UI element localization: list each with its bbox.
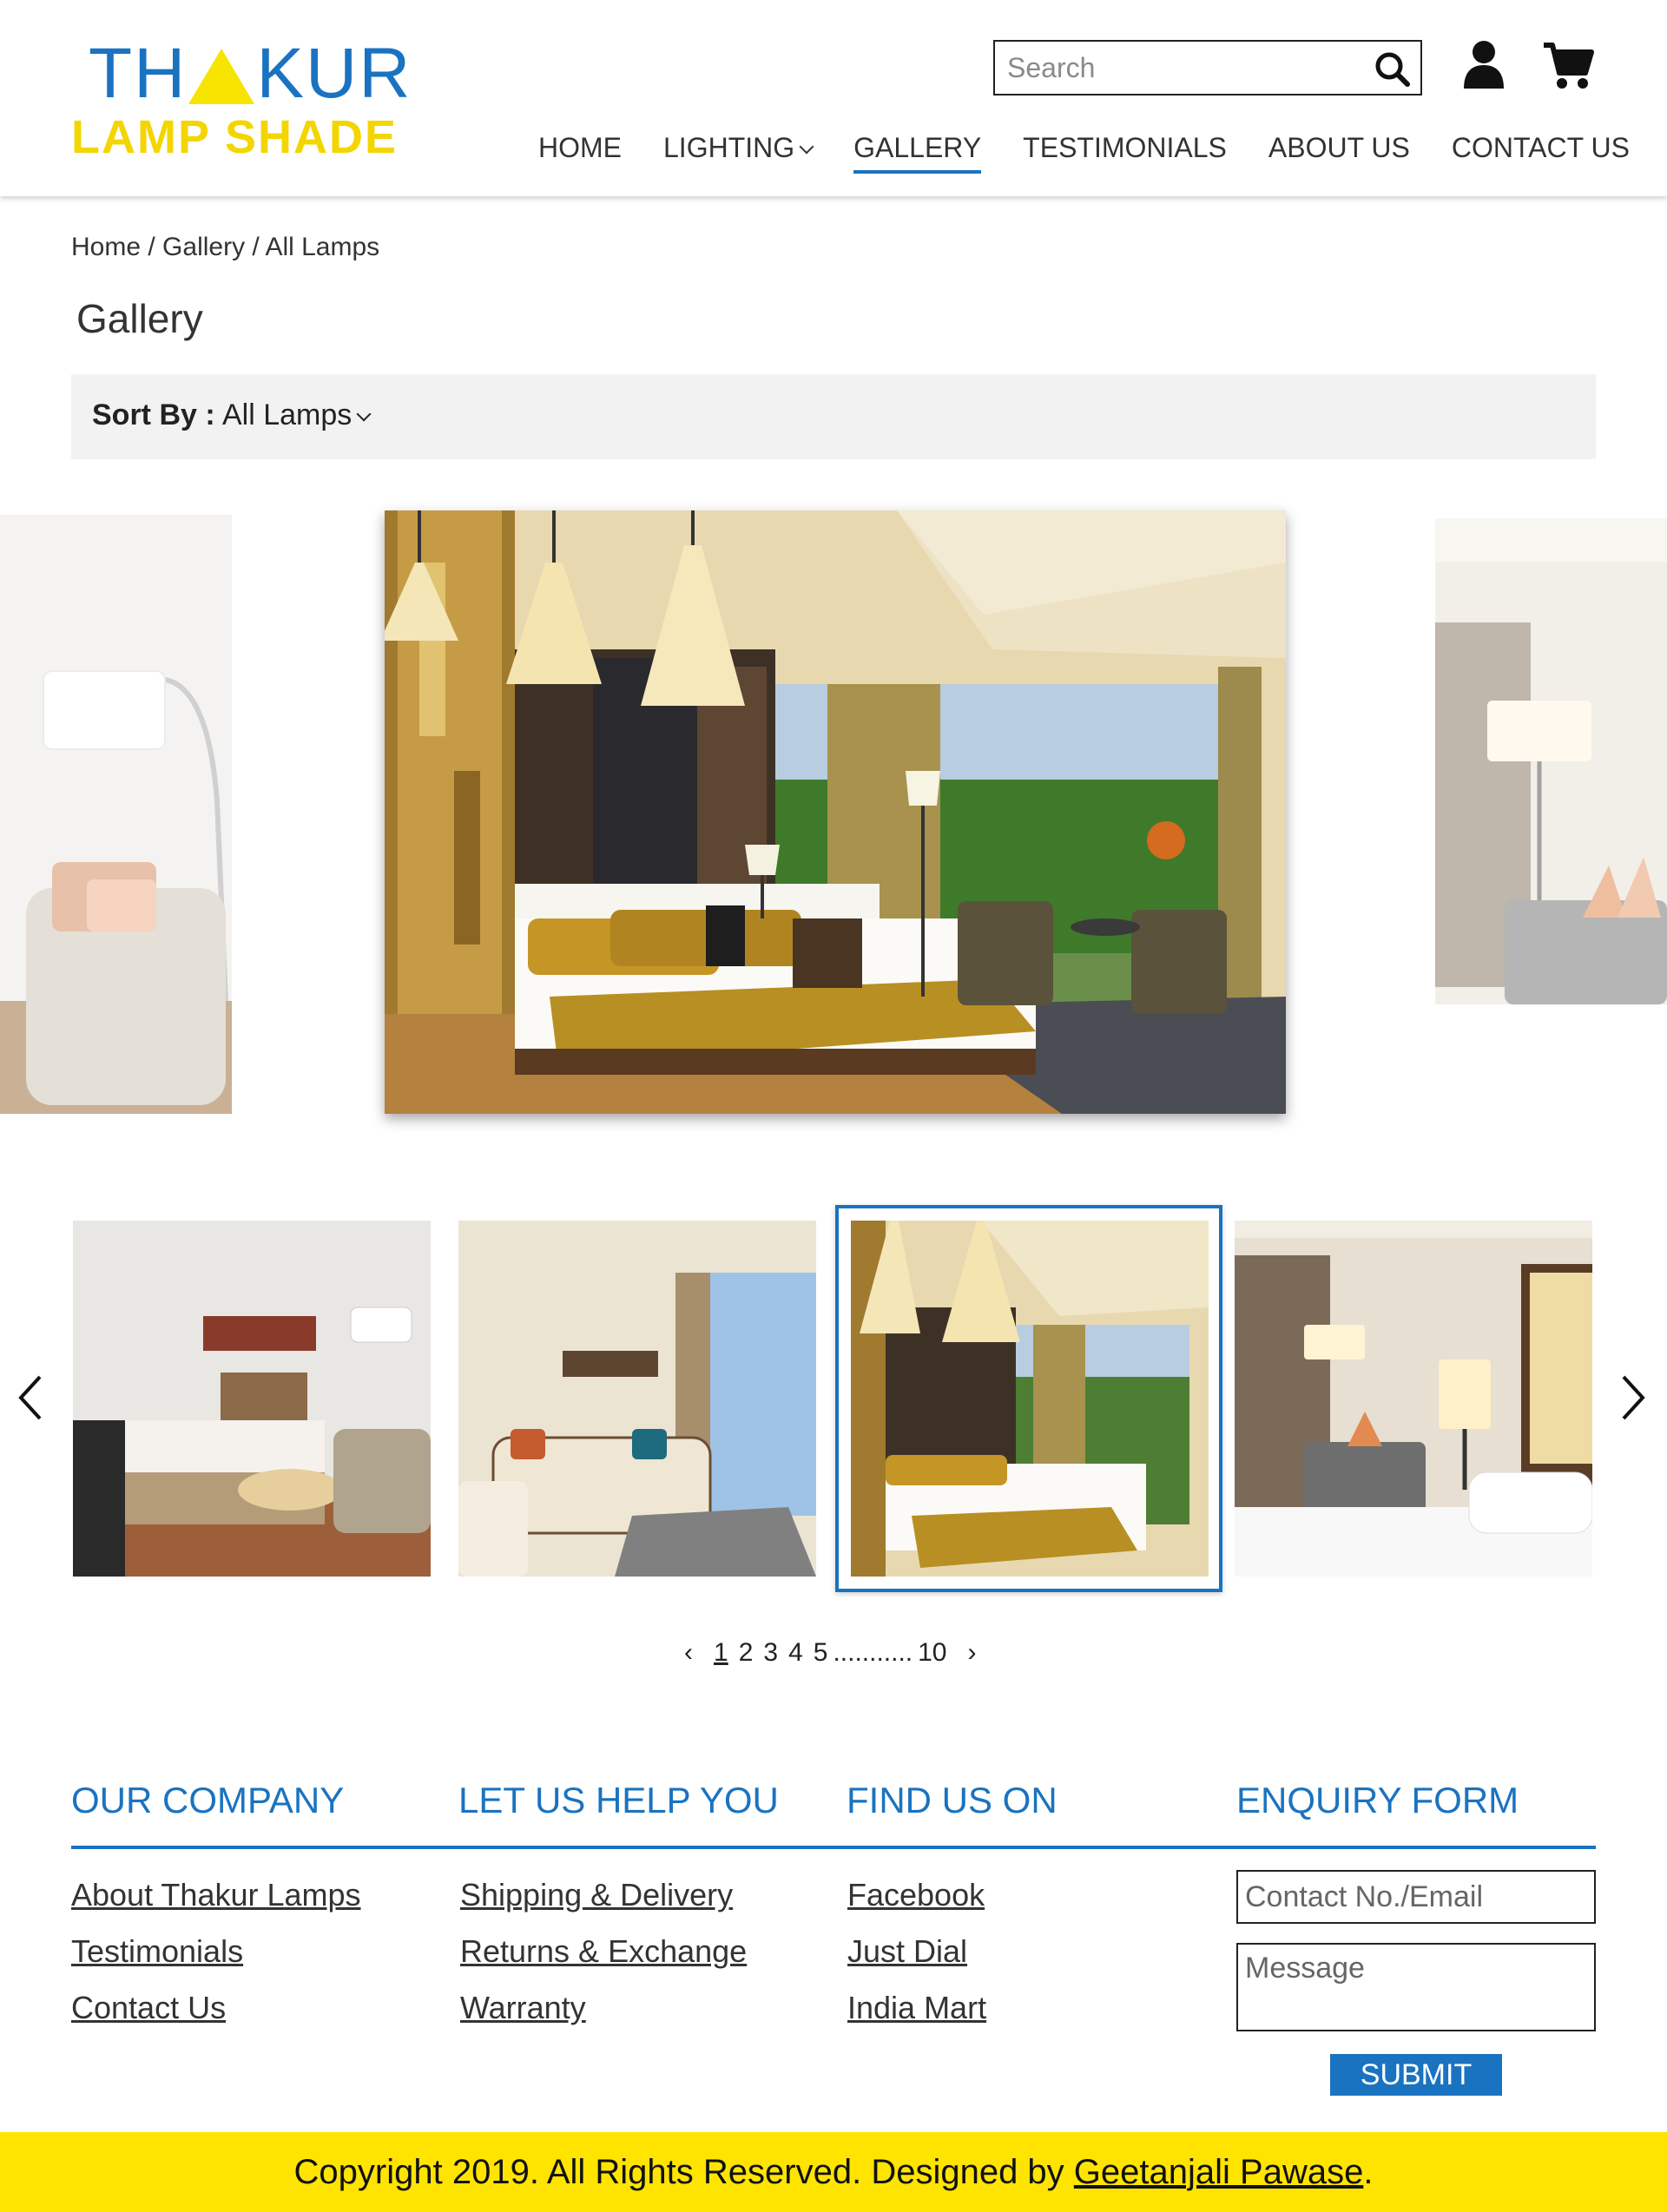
sort-bar: Sort By : All Lamps <box>71 374 1596 459</box>
nav-about-label: ABOUT US <box>1268 132 1410 163</box>
logo-text-th: TH <box>89 34 188 113</box>
page-link[interactable]: 4 <box>788 1638 803 1668</box>
nav-contact-label: CONTACT US <box>1451 132 1630 163</box>
chevron-left-icon <box>18 1375 42 1420</box>
footer-heading: LET US HELP YOU <box>458 1780 779 1820</box>
pagination-next-icon[interactable]: › <box>968 1638 977 1668</box>
breadcrumb-gallery[interactable]: Gallery <box>162 233 245 261</box>
carousel-next-button[interactable] <box>1615 1372 1650 1424</box>
nav-home-label: HOME <box>538 132 622 163</box>
footer-link-contact[interactable]: Contact Us <box>71 1990 226 2026</box>
footer-col-enquiry: ENQUIRY FORM <box>1236 1780 1519 1821</box>
thumbnail-1[interactable] <box>73 1221 431 1577</box>
submit-button[interactable]: SUBMIT <box>1330 2054 1502 2096</box>
nav-gallery[interactable]: GALLERY <box>853 128 982 174</box>
page-title: Gallery <box>76 296 203 341</box>
nav-lighting[interactable]: LIGHTING <box>663 128 814 168</box>
chevron-down-icon <box>356 406 372 422</box>
main-nav: HOME LIGHTING GALLERY TESTIMONIALS ABOUT… <box>538 128 1630 174</box>
sort-value: All Lamps <box>222 398 353 431</box>
footer-link-about[interactable]: About Thakur Lamps <box>71 1877 361 1913</box>
breadcrumb-current: All Lamps <box>265 233 380 261</box>
footer-divider <box>71 1846 1596 1849</box>
thumbnail-4[interactable] <box>1235 1221 1592 1577</box>
sort-dropdown[interactable]: All Lamps <box>222 398 372 432</box>
footer-link-justdial[interactable]: Just Dial <box>847 1933 967 1970</box>
nav-lighting-label: LIGHTING <box>663 132 795 163</box>
footer-heading: FIND US ON <box>847 1780 1058 1820</box>
search-input[interactable] <box>995 42 1360 94</box>
breadcrumb-separator: / <box>245 233 266 261</box>
footer-heading: ENQUIRY FORM <box>1236 1780 1519 1820</box>
pagination-prev-icon[interactable]: ‹ <box>684 1638 693 1668</box>
footer-link-shipping[interactable]: Shipping & Delivery <box>460 1877 733 1913</box>
brand-logo[interactable]: TH KUR LAMP SHADE <box>71 35 427 165</box>
nav-testimonials[interactable]: TESTIMONIALS <box>1023 128 1227 168</box>
chevron-down-icon <box>799 139 814 155</box>
page-link[interactable]: 10 <box>918 1638 946 1668</box>
page-link[interactable]: 5 <box>814 1638 828 1668</box>
enquiry-contact-field[interactable] <box>1236 1870 1596 1924</box>
footer-col-social: FIND US ON <box>847 1780 1058 1821</box>
nav-home[interactable]: HOME <box>538 128 622 168</box>
page-link[interactable]: 3 <box>763 1638 778 1668</box>
designer-link[interactable]: Geetanjali Pawase <box>1074 2153 1364 2192</box>
gallery-prev-image[interactable] <box>0 515 232 1114</box>
logo-tagline: LAMP SHADE <box>71 111 399 163</box>
pagination-ellipsis: ........... <box>833 1638 913 1667</box>
breadcrumb-home[interactable]: Home <box>71 233 141 261</box>
breadcrumb-separator: / <box>141 233 163 261</box>
copyright-text: Copyright 2019. All Rights Reserved. Des… <box>293 2152 1074 2191</box>
footer-col-company: OUR COMPANY <box>71 1780 344 1821</box>
footer-col-help: LET US HELP YOU <box>458 1780 779 1821</box>
footer-link-warranty[interactable]: Warranty <box>460 1990 586 2026</box>
breadcrumb: Home / Gallery / All Lamps <box>71 233 379 262</box>
carousel-prev-button[interactable] <box>14 1372 49 1424</box>
footer-heading: OUR COMPANY <box>71 1780 345 1820</box>
nav-contact-us[interactable]: CONTACT US <box>1452 128 1630 168</box>
copyright-end: . <box>1363 2152 1374 2191</box>
footer-link-returns[interactable]: Returns & Exchange <box>460 1933 747 1970</box>
pagination: ‹ 1 2 3 4 5 ........... 10 › <box>669 1636 992 1670</box>
nav-about-us[interactable]: ABOUT US <box>1268 128 1410 168</box>
cart-icon[interactable] <box>1542 40 1594 90</box>
lamp-icon <box>188 49 255 104</box>
footer-link-facebook[interactable]: Facebook <box>847 1877 985 1913</box>
thumbnail-selected-frame <box>835 1205 1222 1592</box>
footer-link-testimonials[interactable]: Testimonials <box>71 1933 243 1970</box>
gallery-main-image[interactable] <box>385 510 1286 1114</box>
search-icon[interactable] <box>1372 49 1412 89</box>
chevron-right-icon <box>1622 1375 1645 1420</box>
search-box <box>993 40 1422 95</box>
logo-text-kur: KUR <box>256 34 412 113</box>
footer-link-indiamart[interactable]: India Mart <box>847 1990 986 2026</box>
page-link[interactable]: 1 <box>714 1638 728 1668</box>
nav-gallery-label: GALLERY <box>853 132 982 163</box>
copyright-bar: Copyright 2019. All Rights Reserved. Des… <box>0 2132 1667 2212</box>
page-link[interactable]: 2 <box>739 1638 754 1668</box>
sort-label: Sort By : <box>92 398 215 431</box>
enquiry-message-field[interactable] <box>1236 1943 1596 2031</box>
logo-wordmark: TH KUR <box>89 35 412 113</box>
nav-testimonials-label: TESTIMONIALS <box>1023 132 1227 163</box>
user-icon[interactable] <box>1462 40 1506 89</box>
site-header: TH KUR LAMP SHADE HOME LIGHTING GALLERY T… <box>0 0 1667 196</box>
thumbnail-2[interactable] <box>458 1221 816 1577</box>
gallery-next-image[interactable] <box>1435 518 1667 1117</box>
